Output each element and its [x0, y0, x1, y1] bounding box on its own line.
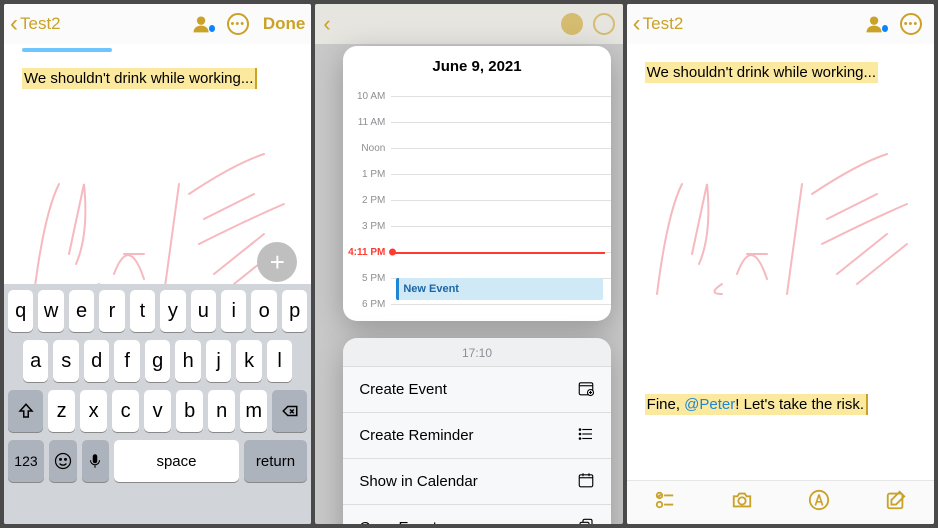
- keyboard: qwertyuiop asdfghjkl zxcvbnm 123 space r…: [4, 284, 311, 524]
- mention[interactable]: @Peter: [684, 396, 735, 413]
- add-attachment-button[interactable]: +: [257, 242, 297, 282]
- hour-row: 10 AM: [343, 83, 610, 109]
- current-time-row: 4:11 PM: [343, 239, 610, 265]
- pane-notes-editing: ‹ Test2 ••• Done We shouldn't drink whil…: [4, 4, 311, 524]
- markup-icon[interactable]: [806, 489, 832, 517]
- hour-row: 2 PM: [343, 187, 610, 213]
- space-key[interactable]: space: [114, 440, 238, 482]
- note-line-reply[interactable]: Fine, @Peter! Let's take the risk.: [645, 394, 868, 415]
- key-k[interactable]: k: [236, 340, 261, 382]
- hour-row: 3 PM: [343, 213, 610, 239]
- key-j[interactable]: j: [206, 340, 231, 382]
- compose-icon[interactable]: [883, 489, 909, 517]
- key-q[interactable]: q: [8, 290, 33, 332]
- calendar-date-title: June 9, 2021: [343, 46, 610, 83]
- calendar-preview-card: June 9, 2021 10 AM 11 AM Noon 1 PM 2 PM 3 PM 4…: [343, 46, 610, 321]
- key-g[interactable]: g: [145, 340, 170, 382]
- key-c[interactable]: c: [112, 390, 139, 432]
- return-key[interactable]: return: [244, 440, 308, 482]
- note-line-1: We shouldn't drink while working...: [645, 62, 878, 83]
- context-menu-item-icon: [577, 471, 595, 492]
- backspace-key[interactable]: [272, 390, 307, 432]
- back-chevron-icon[interactable]: ‹: [633, 12, 641, 36]
- context-menu-label: Create Event: [359, 381, 447, 398]
- key-n[interactable]: n: [208, 390, 235, 432]
- hour-row: 11 AM: [343, 109, 610, 135]
- reply-text-pre: Fine,: [647, 396, 685, 413]
- key-z[interactable]: z: [48, 390, 75, 432]
- done-button[interactable]: Done: [263, 14, 306, 34]
- hour-label: 3 PM: [343, 221, 391, 232]
- key-t[interactable]: t: [130, 290, 155, 332]
- key-l[interactable]: l: [267, 340, 292, 382]
- key-d[interactable]: d: [84, 340, 109, 382]
- context-menu-item-icon: [577, 425, 595, 446]
- context-menu-item[interactable]: Create Reminder: [343, 412, 610, 458]
- dictation-key[interactable]: [82, 440, 110, 482]
- shift-key[interactable]: [8, 390, 43, 432]
- blurred-navbar: ‹: [315, 4, 622, 44]
- context-menu-time: 17:10: [343, 338, 610, 366]
- more-icon[interactable]: •••: [898, 11, 924, 37]
- hour-row: 1 PM: [343, 161, 610, 187]
- pane-calendar-popup: ‹ June 9, 2021 10 AM 11 AM Noon 1 PM 2 PM 3 P…: [315, 4, 622, 524]
- context-menu-item[interactable]: Create Event: [343, 366, 610, 412]
- navbar: ‹ Test2 •••: [627, 4, 934, 44]
- context-menu-item-icon: [577, 517, 595, 524]
- handwriting-scribble: [627, 124, 927, 324]
- hour-label: 1 PM: [343, 169, 391, 180]
- more-icon[interactable]: •••: [225, 11, 251, 37]
- hour-label: 4:11 PM: [343, 247, 391, 258]
- collaborate-icon[interactable]: [191, 11, 217, 37]
- back-chevron-icon[interactable]: ‹: [10, 12, 18, 36]
- context-menu-item-icon: [577, 379, 595, 400]
- collaborate-icon[interactable]: [864, 11, 890, 37]
- key-s[interactable]: s: [53, 340, 78, 382]
- note-body[interactable]: We shouldn't drink while working... Fine…: [627, 44, 934, 524]
- key-p[interactable]: p: [282, 290, 307, 332]
- key-h[interactable]: h: [175, 340, 200, 382]
- key-y[interactable]: y: [160, 290, 185, 332]
- back-title[interactable]: Test2: [20, 14, 61, 34]
- title-selection-underline: [22, 48, 112, 52]
- checklist-icon[interactable]: [652, 489, 678, 517]
- key-w[interactable]: w: [38, 290, 63, 332]
- camera-icon[interactable]: [729, 489, 755, 517]
- numbers-key[interactable]: 123: [8, 440, 44, 482]
- bottom-toolbar: [627, 480, 934, 524]
- context-menu-item[interactable]: Show in Calendar: [343, 458, 610, 504]
- key-a[interactable]: a: [23, 340, 48, 382]
- hour-label: 6 PM: [343, 299, 391, 310]
- context-menu-item[interactable]: Copy Event: [343, 504, 610, 524]
- key-o[interactable]: o: [251, 290, 276, 332]
- hour-label: 10 AM: [343, 91, 391, 102]
- note-line-1[interactable]: We shouldn't drink while working...: [22, 68, 257, 89]
- key-i[interactable]: i: [221, 290, 246, 332]
- context-menu-label: Copy Event: [359, 519, 437, 524]
- back-title[interactable]: Test2: [643, 14, 684, 34]
- hour-label: 5 PM: [343, 273, 391, 284]
- new-event-block[interactable]: New Event: [396, 278, 602, 300]
- hour-label: Noon: [343, 143, 391, 154]
- navbar: ‹ Test2 ••• Done: [4, 4, 311, 44]
- context-menu-label: Show in Calendar: [359, 473, 477, 490]
- emoji-key[interactable]: [49, 440, 77, 482]
- key-m[interactable]: m: [240, 390, 267, 432]
- key-r[interactable]: r: [99, 290, 124, 332]
- key-f[interactable]: f: [114, 340, 139, 382]
- reply-text-post: ! Let's take the risk.: [735, 396, 864, 413]
- hour-label: 2 PM: [343, 195, 391, 206]
- key-b[interactable]: b: [176, 390, 203, 432]
- key-v[interactable]: v: [144, 390, 171, 432]
- context-menu-label: Create Reminder: [359, 427, 473, 444]
- key-x[interactable]: x: [80, 390, 107, 432]
- context-menu: 17:10 Create Event Create Reminder Show in…: [343, 338, 610, 524]
- key-e[interactable]: e: [69, 290, 94, 332]
- hour-row: Noon: [343, 135, 610, 161]
- hour-label: 11 AM: [343, 117, 391, 128]
- pane-notes-reply: ‹ Test2 ••• We shouldn't drink while wor…: [627, 4, 934, 524]
- key-u[interactable]: u: [191, 290, 216, 332]
